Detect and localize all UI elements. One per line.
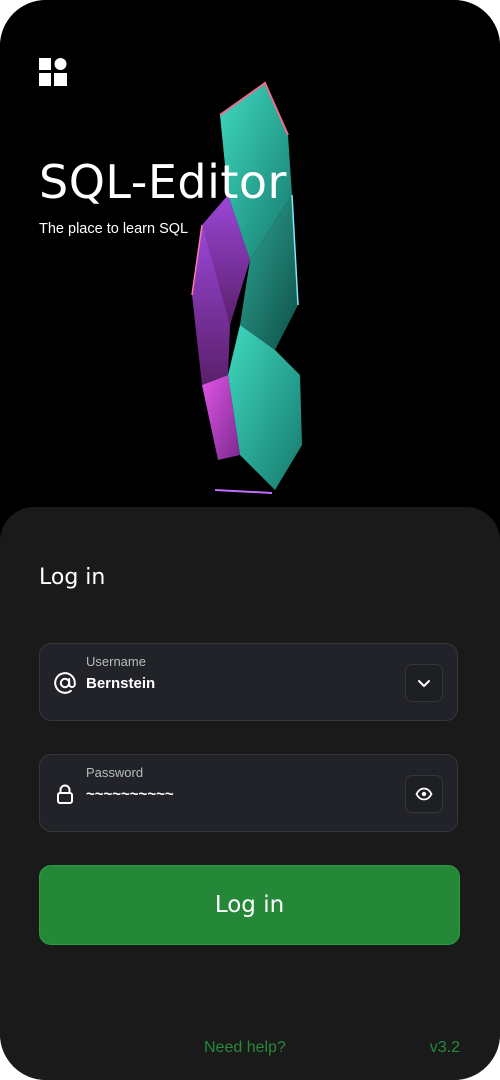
show-password-button[interactable] — [405, 775, 443, 813]
crystal-illustration — [191, 81, 302, 494]
chevron-down-icon — [418, 680, 430, 687]
need-help-link[interactable]: Need help? — [204, 1038, 286, 1058]
username-dropdown-button[interactable] — [405, 664, 443, 702]
app-title: SQL-Editor — [39, 155, 287, 209]
app-logo-icon — [39, 58, 67, 86]
login-button[interactable]: Log in — [39, 865, 460, 945]
password-label: Password — [86, 765, 144, 780]
login-screen: SQL-Editor The place to learn SQL Log in… — [0, 0, 500, 1080]
username-label: Username — [86, 654, 146, 669]
eye-icon — [415, 787, 433, 801]
password-value[interactable]: ~~~~~~~~~~ — [86, 785, 174, 805]
login-heading: Log in — [39, 565, 106, 590]
username-value[interactable]: Bernstein — [86, 674, 155, 694]
username-field[interactable]: Username Bernstein — [39, 643, 458, 721]
login-panel: Log in Username Bernstein Password ~~~~~… — [0, 507, 500, 1080]
password-field[interactable]: Password ~~~~~~~~~~ — [39, 754, 458, 832]
hero-section: SQL-Editor The place to learn SQL — [0, 0, 500, 540]
app-version: v3.2 — [429, 1039, 460, 1056]
app-tagline: The place to learn SQL — [39, 221, 189, 237]
at-sign-icon — [54, 672, 76, 694]
lock-icon — [57, 784, 73, 804]
